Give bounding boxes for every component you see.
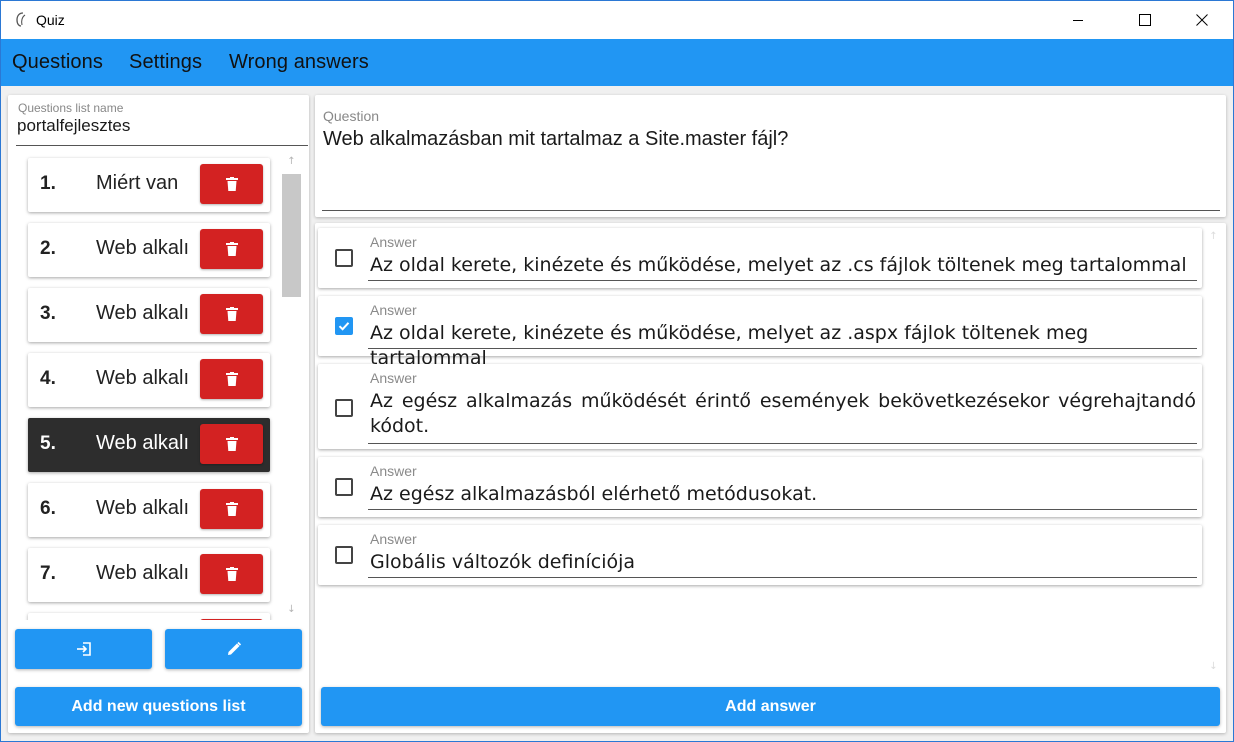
answers-scroll-up-icon[interactable]: ↑ [1208,231,1219,242]
scroll-down-icon[interactable]: ↓ [286,604,297,615]
delete-question-button[interactable] [200,164,263,204]
question-underline [322,210,1220,211]
delete-question-button[interactable] [200,229,263,269]
answers-scroll-down-icon[interactable]: ↓ [1208,661,1219,672]
question-item-6[interactable]: 6. Web alkalı [28,483,270,537]
trash-icon [225,307,238,321]
list-name-underline [16,145,308,146]
trash-icon [225,437,238,451]
minimize-icon [1073,20,1083,21]
answer-checkbox[interactable] [335,249,353,267]
answer-input[interactable]: Az egész alkalmazásból elérhető metóduso… [370,482,1196,507]
trash-icon [225,177,238,191]
edit-list-button[interactable] [165,629,302,669]
answer-item-5: Answer Globális változók definíciója [318,525,1202,585]
add-questions-list-button[interactable]: Add new questions list [15,687,302,726]
answers-panel: Answer Az oldal kerete, kinézete és műkö… [315,223,1226,733]
delete-question-button[interactable] [200,489,263,529]
answer-item-2: Answer Az oldal kerete, kinézete és műkö… [318,296,1202,369]
answer-item-3: Answer Az egész alkalmazás működését éri… [318,364,1202,449]
question-label: Question [323,108,380,124]
answer-underline [368,443,1197,444]
answer-underline [368,348,1197,349]
questions-scrollbar[interactable]: ↑ ↓ [282,152,301,622]
question-number: 2. [40,238,56,259]
question-item-8[interactable] [28,613,270,620]
title-bar: Quiz [1,1,1233,39]
maximize-icon [1139,14,1151,26]
question-number: 5. [40,433,56,454]
menu-wrong-answers[interactable]: Wrong answers [229,51,369,74]
list-name-label: Questions list name [18,101,124,115]
delete-question-button[interactable] [200,619,263,620]
answer-label: Answer [370,234,417,250]
window-title: Quiz [36,12,65,28]
answer-item-1: Answer Az oldal kerete, kinézete és műkö… [318,228,1202,288]
answer-item-4: Answer Az egész alkalmazásból elérhető m… [318,457,1202,517]
app-logo-icon [16,12,26,27]
delete-question-button[interactable] [200,424,263,464]
question-item-2[interactable]: 2. Web alkalı [28,223,270,277]
question-item-1[interactable]: 1. Miért van [28,158,270,212]
trash-icon [225,502,238,516]
answer-checkbox[interactable] [335,399,353,417]
minimize-button[interactable] [1055,1,1101,39]
question-input[interactable]: Web alkalmazásban mit tartalmaz a Site.m… [323,128,788,151]
answer-label: Answer [370,531,417,547]
trash-icon [225,372,238,386]
question-item-5[interactable]: 5. Web alkalı [28,418,270,472]
question-number: 6. [40,498,56,519]
question-item-7[interactable]: 7. Web alkalı [28,548,270,602]
answer-label: Answer [370,370,417,386]
trash-icon [225,242,238,256]
answer-checkbox[interactable] [335,546,353,564]
close-icon [1196,14,1208,26]
question-preview: Web alkalı [96,497,190,519]
question-card: Question Web alkalmazásban mit tartalmaz… [315,95,1226,217]
scroll-thumb[interactable] [282,174,301,297]
checkmark-icon [338,322,350,331]
answer-underline [368,280,1197,281]
answer-input[interactable]: Globális változók definíciója [370,550,1196,575]
app-window: Quiz Questions Settings Wrong answers Qu… [0,0,1234,742]
menu-settings[interactable]: Settings [129,51,202,74]
delete-question-button[interactable] [200,554,263,594]
maximize-button[interactable] [1122,1,1168,39]
menu-bar: Questions Settings Wrong answers [1,39,1233,86]
answer-underline [368,509,1197,510]
question-number: 7. [40,563,56,584]
question-preview: Web alkalı [96,302,190,324]
answer-checkbox[interactable] [335,478,353,496]
menu-questions[interactable]: Questions [12,51,103,74]
question-number: 1. [40,173,56,194]
answer-label: Answer [370,302,417,318]
question-item-3[interactable]: 3. Web alkalı [28,288,270,342]
answer-checkbox-checked[interactable] [335,317,353,335]
answer-label: Answer [370,463,417,479]
pencil-icon [227,641,241,655]
question-preview: Web alkalı [96,432,190,454]
delete-question-button[interactable] [200,359,263,399]
question-number: 4. [40,368,56,389]
answer-input[interactable]: Az egész alkalmazás működését érintő ese… [370,389,1196,439]
question-preview: Miért van [96,172,179,194]
question-number: 3. [40,303,56,324]
question-preview: Web alkalı [96,562,190,584]
answer-input[interactable]: Az oldal kerete, kinézete és működése, m… [370,253,1196,278]
delete-question-button[interactable] [200,294,263,334]
question-preview: Web alkalı [96,237,190,259]
questions-list: 1. Miért van 2. Web alkalı 3. Web alkalı… [15,150,285,620]
login-icon [76,642,91,656]
close-button[interactable] [1179,1,1225,39]
scroll-up-icon[interactable]: ↑ [286,156,297,167]
import-button[interactable] [15,629,152,669]
answer-underline [368,577,1197,578]
question-item-4[interactable]: 4. Web alkalı [28,353,270,407]
add-answer-button[interactable]: Add answer [321,687,1220,726]
trash-icon [225,567,238,581]
list-name-input[interactable]: portalfejlesztes [17,116,130,136]
question-preview: Web alkalı [96,367,190,389]
